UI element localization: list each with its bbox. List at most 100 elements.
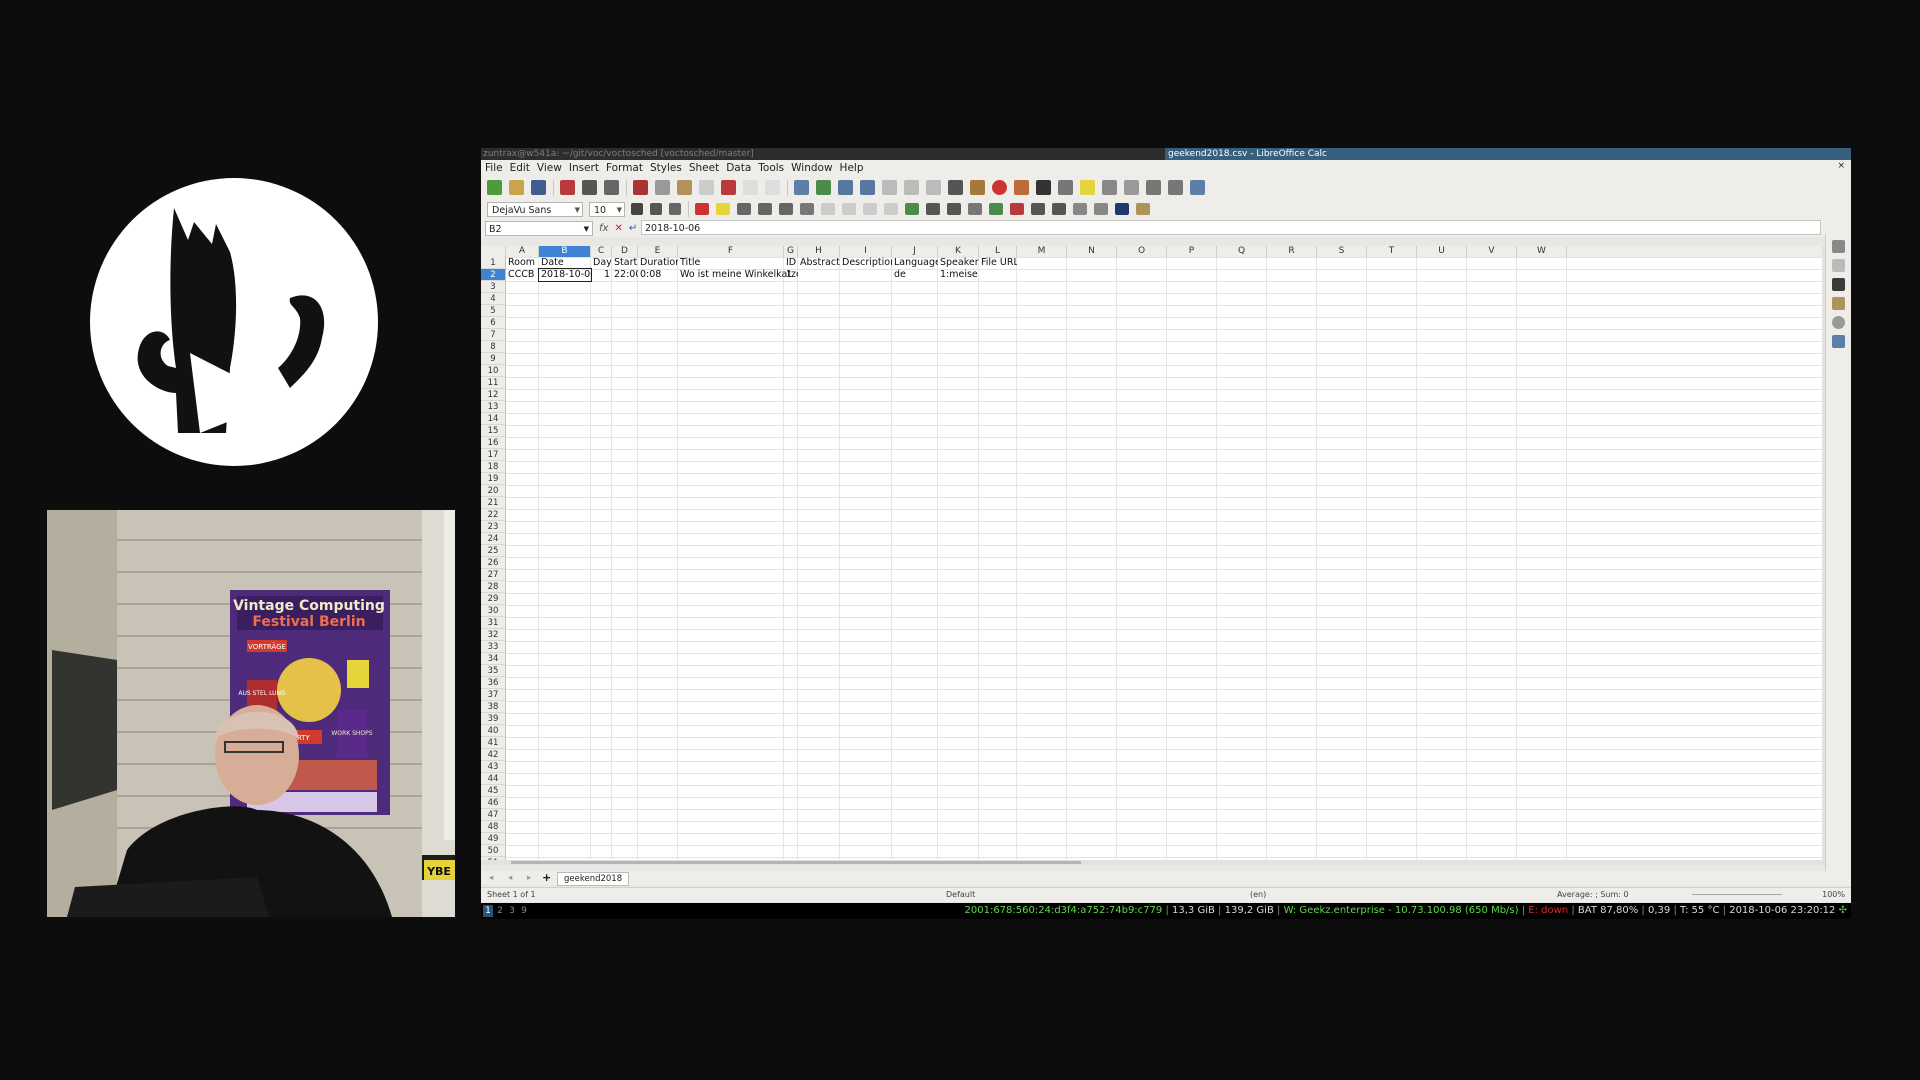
row-header-29[interactable]: 29 — [481, 593, 505, 605]
row-header-21[interactable]: 21 — [481, 497, 505, 509]
row-header-20[interactable]: 20 — [481, 485, 505, 497]
column-header-b[interactable]: B — [539, 246, 591, 257]
sort-ascending-icon[interactable] — [904, 180, 919, 195]
menu-view[interactable]: View — [537, 162, 562, 174]
row-header-15[interactable]: 15 — [481, 425, 505, 437]
row-header-46[interactable]: 46 — [481, 797, 505, 809]
column-header-s[interactable]: S — [1317, 246, 1367, 257]
menu-help[interactable]: Help — [840, 162, 864, 174]
merge-center-icon[interactable] — [821, 203, 835, 215]
chevron-down-icon[interactable]: ▼ — [575, 203, 580, 218]
row-header-1[interactable]: 1 — [481, 257, 505, 269]
row-header-14[interactable]: 14 — [481, 413, 505, 425]
column-header-p[interactable]: P — [1167, 246, 1217, 257]
cell-row1-i[interactable]: Description — [840, 257, 892, 269]
delete-decimal-icon[interactable] — [1010, 203, 1024, 215]
decrease-indent-icon[interactable] — [1052, 203, 1066, 215]
cell-row2-k[interactable]: 1:meise — [938, 269, 979, 281]
row-header-31[interactable]: 31 — [481, 617, 505, 629]
underline-icon[interactable] — [669, 203, 681, 215]
chevron-down-icon[interactable]: ▼ — [617, 203, 622, 218]
zoom-level[interactable]: 100% — [1822, 888, 1845, 902]
clone-formatting-icon[interactable] — [699, 180, 714, 195]
navigator-icon[interactable] — [1832, 316, 1845, 329]
row-header-26[interactable]: 26 — [481, 557, 505, 569]
row-header-12[interactable]: 12 — [481, 389, 505, 401]
row-header-28[interactable]: 28 — [481, 581, 505, 593]
highlight-color-icon[interactable] — [716, 203, 730, 215]
cell-row1-d[interactable]: Start — [612, 257, 638, 269]
column-header-o[interactable]: O — [1117, 246, 1167, 257]
column-header-h[interactable]: H — [798, 246, 840, 257]
cell-row2-a[interactable]: CCCB — [506, 269, 539, 281]
border-style-icon[interactable] — [1094, 203, 1108, 215]
comment-icon[interactable] — [1080, 180, 1095, 195]
center-vertically-icon[interactable] — [863, 203, 877, 215]
cell-row2-d[interactable]: 22:00 — [612, 269, 638, 281]
clear-formatting-icon[interactable] — [721, 180, 736, 195]
workspace-button-9[interactable]: 9 — [519, 905, 529, 917]
row-header-11[interactable]: 11 — [481, 377, 505, 389]
cell-row1-k[interactable]: Speakers — [938, 257, 979, 269]
show-draw-functions-icon[interactable] — [1190, 180, 1205, 195]
headers-footers-icon[interactable] — [1102, 180, 1117, 195]
row-header-39[interactable]: 39 — [481, 713, 505, 725]
cell-row2-b[interactable]: 2018-10-06 — [538, 268, 592, 282]
page-style[interactable]: Default — [946, 888, 975, 902]
column-header-d[interactable]: D — [612, 246, 638, 257]
copy-icon[interactable] — [655, 180, 670, 195]
select-all-corner[interactable] — [481, 246, 506, 257]
row-header-41[interactable]: 41 — [481, 737, 505, 749]
menu-insert[interactable]: Insert — [569, 162, 599, 174]
menu-tools[interactable]: Tools — [758, 162, 784, 174]
row-header-38[interactable]: 38 — [481, 701, 505, 713]
column-header-m[interactable]: M — [1017, 246, 1067, 257]
row-header-9[interactable]: 9 — [481, 353, 505, 365]
spelling-icon[interactable] — [816, 180, 831, 195]
row-header-8[interactable]: 8 — [481, 341, 505, 353]
column-header-i[interactable]: I — [840, 246, 892, 257]
column-header-r[interactable]: R — [1267, 246, 1317, 257]
network-tray-icon[interactable]: ✣ — [1839, 905, 1847, 916]
styles-icon[interactable] — [1832, 278, 1845, 291]
font-size-combo[interactable]: 10 ▼ — [589, 201, 625, 218]
open-icon[interactable] — [509, 180, 524, 195]
row-header-25[interactable]: 25 — [481, 545, 505, 557]
scrollbar-thumb[interactable] — [511, 861, 1081, 864]
column-header-v[interactable]: V — [1467, 246, 1517, 257]
new-document-icon[interactable] — [487, 180, 502, 195]
bold-icon[interactable] — [631, 203, 643, 215]
cut-icon[interactable] — [633, 180, 648, 195]
function-wizard-icon[interactable]: fx — [599, 223, 608, 234]
menu-format[interactable]: Format — [606, 162, 643, 174]
row-header-4[interactable]: 4 — [481, 293, 505, 305]
paste-icon[interactable] — [677, 180, 692, 195]
column-header-e[interactable]: E — [638, 246, 678, 257]
menu-data[interactable]: Data — [726, 162, 751, 174]
sort-icon[interactable] — [882, 180, 897, 195]
menu-sheet[interactable]: Sheet — [689, 162, 719, 174]
row-header-36[interactable]: 36 — [481, 677, 505, 689]
undo-icon[interactable] — [743, 180, 758, 195]
row-header-3[interactable]: 3 — [481, 281, 505, 293]
row-header-44[interactable]: 44 — [481, 773, 505, 785]
number-format-icon[interactable] — [947, 203, 961, 215]
print-icon[interactable] — [582, 180, 597, 195]
cell-row1-f[interactable]: Title — [678, 257, 798, 269]
workspace-button-3[interactable]: 3 — [507, 905, 517, 917]
row-header-45[interactable]: 45 — [481, 785, 505, 797]
column-header-c[interactable]: C — [591, 246, 612, 257]
cell-row2-j[interactable]: de — [892, 269, 938, 281]
cell-row2-g[interactable]: 1 — [784, 269, 798, 281]
column-header-g[interactable]: G — [784, 246, 798, 257]
row-header-22[interactable]: 22 — [481, 509, 505, 521]
gallery-icon[interactable] — [1832, 297, 1845, 310]
border-color-icon[interactable] — [1115, 203, 1129, 215]
horizontal-scrollbar[interactable] — [481, 860, 1826, 865]
increase-indent-icon[interactable] — [1031, 203, 1045, 215]
calc-window-title[interactable]: geekend2018.csv - LibreOffice Calc — [1165, 148, 1851, 160]
align-bottom-icon[interactable] — [884, 203, 898, 215]
row-header-7[interactable]: 7 — [481, 329, 505, 341]
workspace-button-2[interactable]: 2 — [495, 905, 505, 917]
column-header-n[interactable]: N — [1067, 246, 1117, 257]
